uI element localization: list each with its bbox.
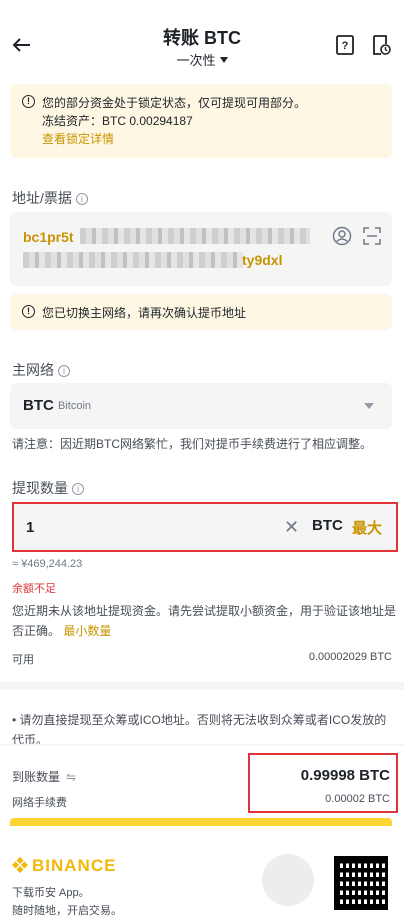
minimum-amount-link[interactable]: 最小数量 [63,624,111,638]
amount-unit: BTC [312,517,343,534]
svg-text:?: ? [342,40,349,52]
info-icon[interactable]: i [58,365,70,377]
network-note: 请注意：因近期BTC网络繁忙，我们对提币手续费进行了相应调整。 [12,437,373,451]
network-label: 主网络 i [12,360,70,380]
blurred-address [80,228,310,244]
fiat-estimate: ≈ ¥469,244.23 [12,558,83,570]
exclamation-icon: ! [22,95,35,108]
frozen-assets: 冻结资产：BTC 0.00294187 [42,114,193,128]
header: 转账 BTC 一次性 ? [0,0,404,78]
amount-value: 1 [26,519,35,536]
caret-down-icon [219,57,228,63]
network-select[interactable]: BTC Bitcoin [10,383,392,429]
lock-notice-text: 您的部分资金处于锁定状态，仅可提现可用部分。 [42,96,307,110]
address-label: 地址/票据 i [12,188,88,208]
insufficient-balance-error: 余额不足 [12,583,56,595]
divider [0,682,404,690]
fee-amount: 0.00002 BTC [325,793,390,805]
available-value: 0.00002029 BTC [308,651,392,663]
watermark-logo [262,854,314,906]
qr-code [334,856,388,910]
caret-down-icon [364,403,374,409]
lock-details-link[interactable]: 查看锁定详情 [42,130,306,148]
divider [0,744,404,746]
swap-icon[interactable]: ⇋ [66,770,76,784]
receive-amount: 0.99998 BTC [300,767,390,784]
mode-label: 一次性 [176,53,216,68]
footer: BINANCE 下载币安 App。 随时随地，开启交易。 [0,836,404,918]
clear-icon[interactable]: ✕ [284,517,299,538]
address-input[interactable]: bc1pr5t ty9dxl [10,212,392,286]
history-doc-icon[interactable] [370,34,392,56]
download-text: 下载币安 App。 [12,887,90,899]
exclamation-icon: ! [22,305,35,318]
address-prefix: bc1pr5t [23,229,74,245]
info-icon[interactable]: i [72,483,84,495]
network-name: Bitcoin [58,400,92,412]
verification-hint: 您近期未从该地址提现资金。请先尝试提取小额资金，用于验证该地址是否正确。 最小数… [12,604,397,638]
scan-icon[interactable] [362,226,382,246]
lock-notice: ! 您的部分资金处于锁定状态，仅可提现可用部分。 冻结资产：BTC 0.0029… [10,84,392,158]
blurred-address [23,252,243,268]
network-code: BTC [23,397,54,414]
binance-logo: BINANCE [12,856,116,876]
address-book-icon[interactable] [332,226,352,246]
network-switch-warning: ! 您已切换主网络，请再次确认提币地址 [10,294,392,330]
info-icon[interactable]: i [75,193,88,205]
amount-input[interactable]: 1 ✕ BTC 最大 [12,502,398,552]
network-warning-text: 您已切换主网络，请再次确认提币地址 [42,306,247,320]
binance-mark-icon [12,857,28,873]
frozen-value: BTC 0.00294187 [102,114,193,128]
address-suffix: ty9dxl [242,252,283,268]
receive-summary: 0.99998 BTC 0.00002 BTC [248,753,398,813]
slogan-text: 随时随地，开启交易。 [12,905,122,917]
max-button[interactable]: 最大 [352,517,382,538]
receive-label: 到账数量 ⇋ [12,770,77,784]
withdraw-button[interactable] [10,818,392,826]
fee-label: 网络手续费 [12,797,67,809]
help-book-icon[interactable]: ? [334,34,356,56]
amount-label: 提现数量 i [12,478,84,498]
available-label: 可用 [12,654,34,666]
